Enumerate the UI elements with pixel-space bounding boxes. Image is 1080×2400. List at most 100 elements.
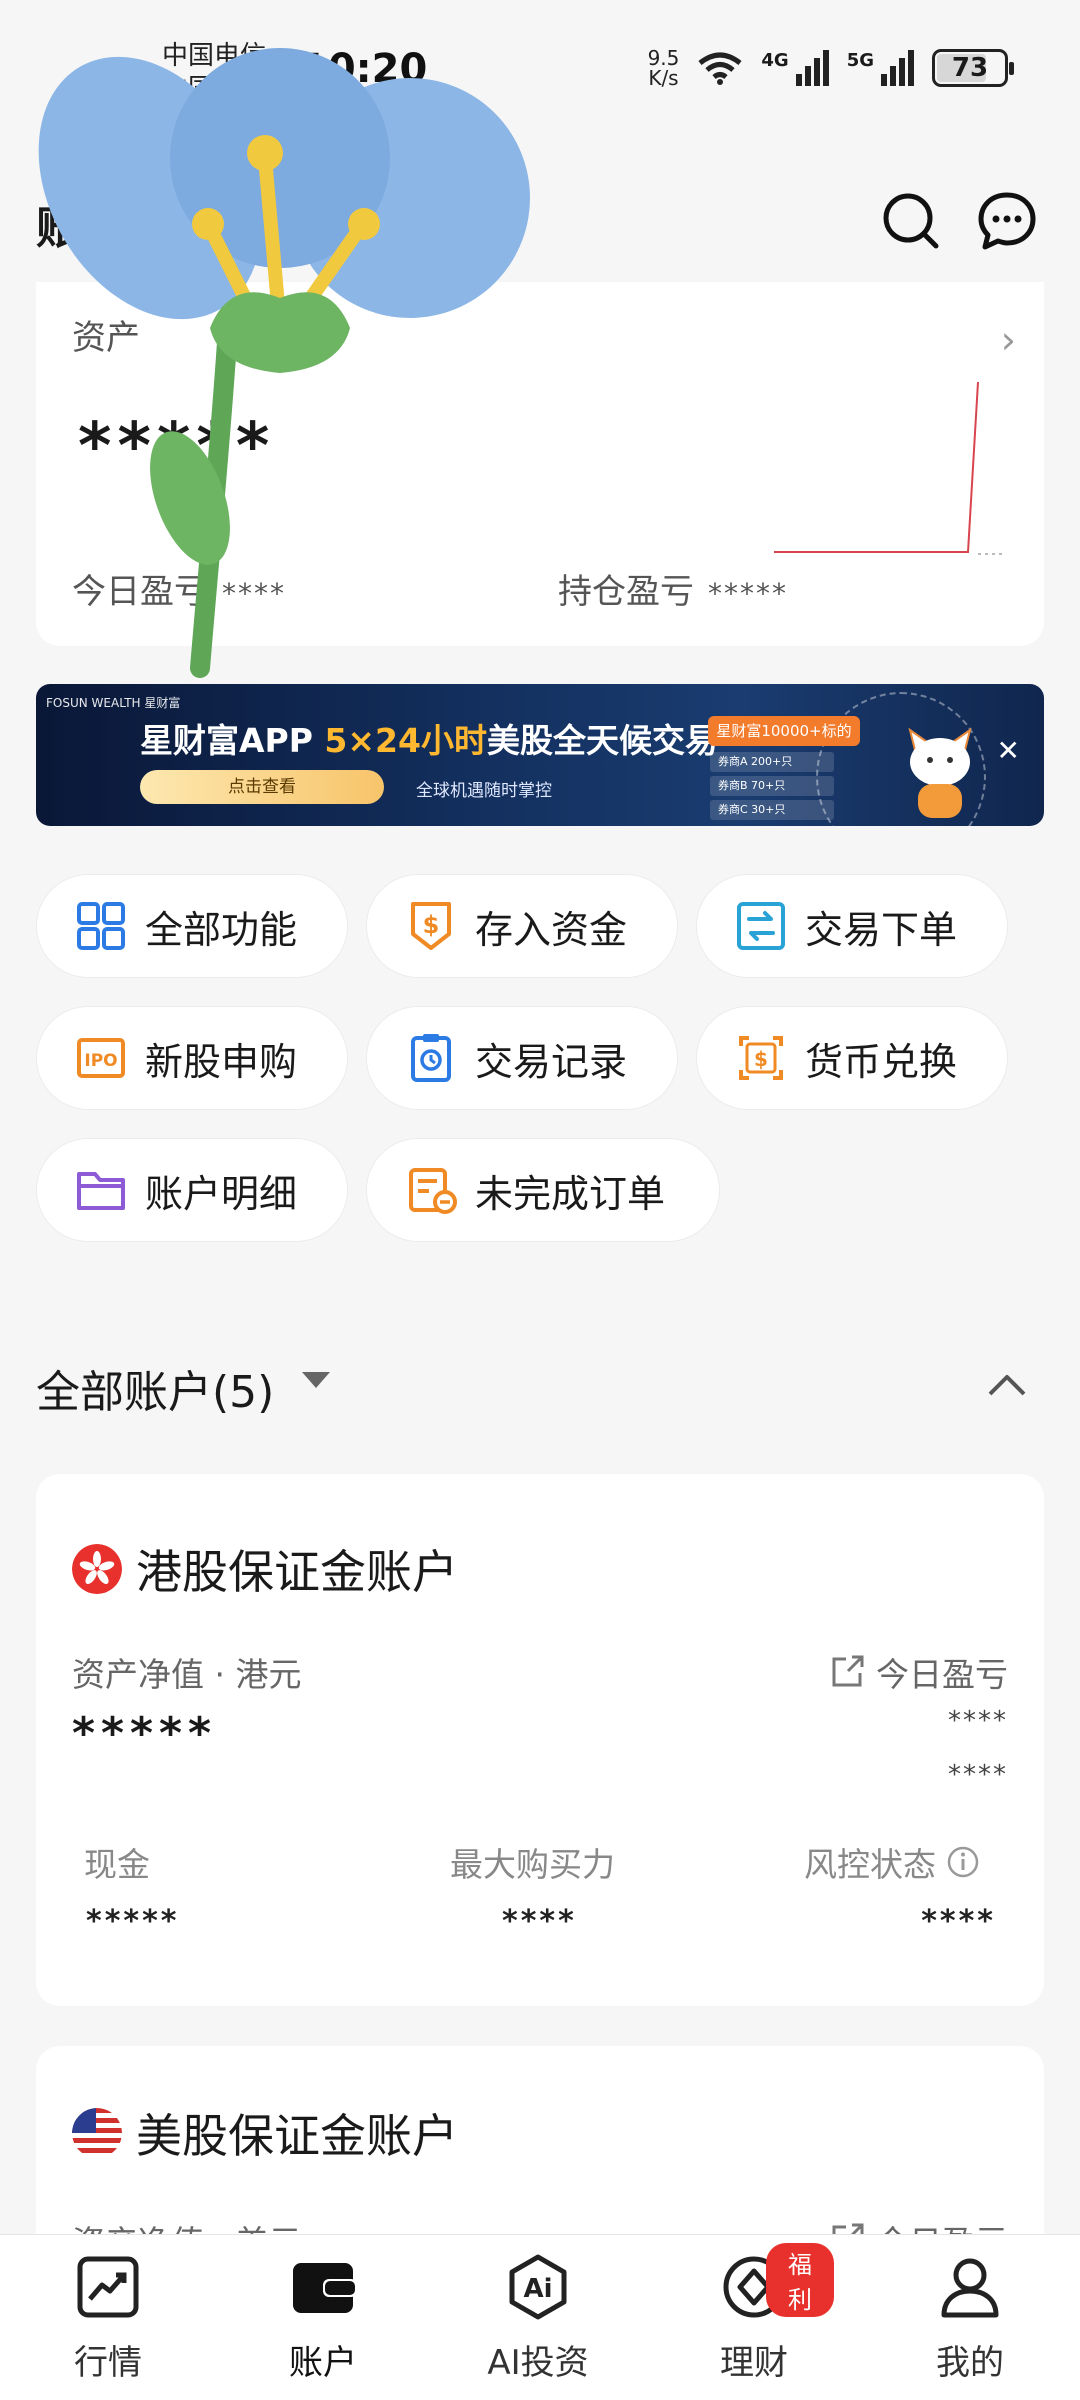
hk-cash-value: *****	[86, 1904, 180, 1939]
hk-account-title: 港股保证金账户	[136, 1545, 458, 1599]
banner-view-button[interactable]: 点击查看	[140, 770, 384, 804]
banner-title: 星财富APP 5×24小时美股全天候交易	[140, 714, 718, 762]
holding-pnl: 持仓盈亏 *****	[558, 564, 788, 613]
status-bar: 中国电信 中国移动 10:20 9.5 K/s 4G 5G 73	[0, 0, 1080, 150]
hk-risk-label-text: 风控状态	[804, 1845, 936, 1884]
battery-icon: 73	[932, 49, 1014, 87]
carrier-info: 中国电信 中国移动	[162, 40, 266, 106]
carrier-2: 中国移动	[162, 74, 267, 104]
tab-market[interactable]: 行情	[28, 2253, 188, 2384]
hk-today-pnl-value: ****	[948, 1706, 1008, 1736]
pending-orders-button[interactable]: 未完成订单	[366, 1138, 720, 1242]
asset-summary-card[interactable]: 资产 › ***** 今日盈亏 **** 持仓盈亏 *****	[36, 282, 1044, 646]
banner-brand: FOSUN WEALTH 星财富	[46, 696, 181, 710]
wifi-icon	[698, 52, 742, 85]
accounts-section-title[interactable]: 全部账户(5)	[36, 1356, 274, 1420]
net-speed-unit: K/s	[648, 66, 679, 90]
pending-order-icon	[409, 1168, 457, 1214]
function-label: 交易记录	[475, 1039, 628, 1084]
function-label: 新股申购	[145, 1039, 298, 1084]
ipo-subscribe-button[interactable]: IPO 新股申购	[36, 1006, 348, 1110]
trade-record-button[interactable]: 交易记录	[366, 1006, 678, 1110]
banner-title-suffix: 美股全天候交易	[486, 721, 718, 760]
banner-broker-list: 券商A 200+只 券商B 70+只 券商C 30+只	[710, 752, 834, 824]
message-icon[interactable]	[976, 190, 1038, 252]
ai-icon: Ai	[509, 2254, 567, 2320]
account-detail-button[interactable]: 账户明细	[36, 1138, 348, 1242]
folder-icon	[77, 1172, 125, 1210]
banner-subtitle: 全球机遇随时掌控	[416, 781, 552, 801]
function-label: 存入资金	[475, 907, 628, 952]
welfare-badge: 福利	[766, 2243, 834, 2317]
signal-4g-icon: 4G	[761, 50, 829, 86]
close-icon[interactable]: ✕	[997, 734, 1020, 767]
function-label: 货币兑换	[805, 1039, 958, 1084]
currency-exchange-button[interactable]: $ 货币兑换	[696, 1006, 1008, 1110]
today-pnl-label: 今日盈亏	[72, 572, 208, 612]
us-margin-account-card[interactable]: 美股保证金账户 资产净值 · 美元 今日盈亏	[36, 2046, 1044, 2266]
hk-today-pnl-label[interactable]: 今日盈亏	[828, 1648, 1008, 1696]
today-pnl-value: ****	[222, 577, 286, 610]
tab-ai-invest[interactable]: Ai AI投资	[458, 2253, 618, 2384]
asset-trend-sparkline	[774, 381, 1002, 555]
promo-banner[interactable]: FOSUN WEALTH 星财富 星财富APP 5×24小时美股全天候交易 点击…	[36, 684, 1044, 826]
hk-risk-status-label: 风控状态	[804, 1838, 980, 1886]
chevron-up-icon[interactable]	[984, 1362, 1030, 1408]
signal-4g-label: 4G	[761, 50, 789, 71]
svg-text:Ai: Ai	[523, 2274, 552, 2304]
tab-wealth[interactable]: 福利 理财	[674, 2243, 834, 2384]
search-icon[interactable]	[880, 190, 942, 252]
tab-mine[interactable]: 我的	[890, 2253, 1050, 2384]
function-label: 交易下单	[805, 907, 958, 952]
banner-tag: 星财富10000+标的	[708, 716, 860, 746]
banner-list-item: 券商A 200+只	[710, 752, 834, 772]
bottom-tab-bar: 行情 账户 Ai AI投资 福利 理财 我的	[0, 2234, 1080, 2400]
hk-risk-status-value: ****	[921, 1904, 996, 1939]
signal-5g-icon: 5G	[847, 50, 914, 86]
hk-net-asset-label: 资产净值 · 港元	[72, 1655, 302, 1694]
deposit-button[interactable]: $ 存入资金	[366, 874, 678, 978]
total-asset-value: *****	[78, 410, 276, 484]
today-pnl: 今日盈亏 ****	[72, 564, 286, 613]
top-header: 账户	[0, 150, 1080, 280]
tab-label: AI投资	[487, 2343, 589, 2383]
share-icon	[832, 1655, 864, 1687]
function-label: 未完成订单	[475, 1171, 666, 1216]
caret-down-icon[interactable]	[302, 1372, 330, 1388]
clock: 10:20	[300, 46, 428, 92]
us-flag-icon	[72, 2108, 122, 2158]
person-icon	[941, 2258, 999, 2318]
hk-net-asset-value: *****	[72, 1708, 218, 1759]
svg-text:$: $	[754, 1047, 768, 1071]
signal-5g-label: 5G	[846, 50, 874, 71]
info-icon[interactable]	[946, 1845, 980, 1879]
battery-level: 73	[951, 53, 989, 83]
holding-pnl-label: 持仓盈亏	[558, 572, 694, 612]
tab-label: 理财	[720, 2343, 788, 2383]
hk-buying-power-value: ****	[502, 1904, 577, 1939]
cat-mascot-icon	[908, 727, 972, 818]
function-label: 账户明细	[145, 1171, 298, 1216]
banner-list-item: 券商C 30+只	[710, 800, 834, 820]
page-title: 账户	[36, 203, 124, 254]
asset-label: 资产	[72, 318, 140, 358]
svg-text:IPO: IPO	[84, 1051, 117, 1071]
all-functions-button[interactable]: 全部功能	[36, 874, 348, 978]
wallet-icon	[293, 2263, 357, 2313]
net-speed-value: 9.5	[647, 46, 680, 70]
hk-margin-account-card[interactable]: 港股保证金账户 资产净值 · 港元 今日盈亏 ***** **** **** 现…	[36, 1474, 1044, 2006]
hk-buying-power-label: 最大购买力	[450, 1845, 615, 1884]
banner-title-highlight: 5×24小时	[324, 721, 487, 760]
trade-order-button[interactable]: 交易下单	[696, 874, 1008, 978]
banner-title-prefix: 星财富APP	[140, 721, 325, 760]
hk-today-label-text: 今日盈亏	[876, 1655, 1008, 1694]
exchange-icon: $	[739, 1036, 783, 1080]
us-account-title: 美股保证金账户	[136, 2109, 458, 2163]
deposit-icon: $	[411, 902, 451, 950]
banner-list-item: 券商B 70+只	[710, 776, 834, 796]
chevron-right-icon[interactable]: ›	[1001, 318, 1016, 362]
record-icon	[411, 1034, 451, 1082]
grid-icon	[77, 902, 125, 950]
tab-account[interactable]: 账户	[243, 2253, 403, 2384]
tab-label: 行情	[74, 2343, 142, 2383]
